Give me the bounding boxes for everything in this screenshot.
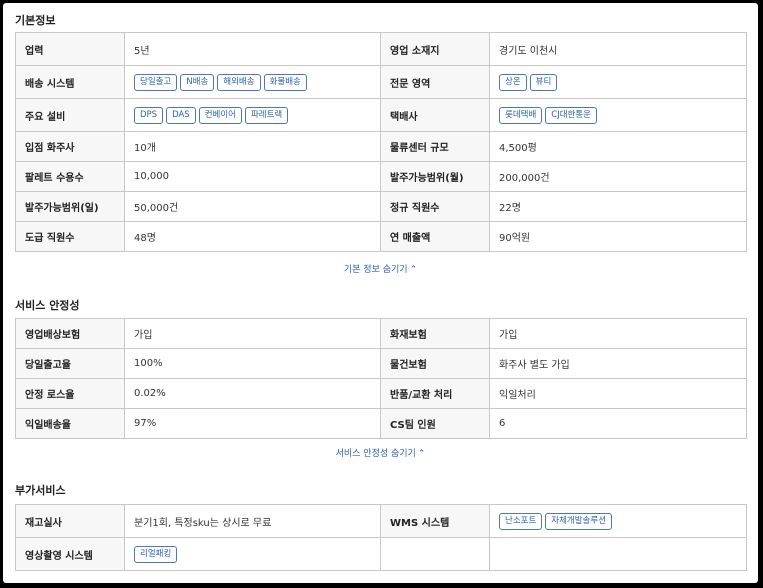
table-row: 팔레트 수용수 10,000 발주가능범위(월) 200,000건 bbox=[15, 161, 747, 192]
hide-basic-info-label: 기본 정보 숨기기 bbox=[343, 265, 408, 275]
value-years: 5년 bbox=[124, 32, 381, 66]
tag-delivery: N배송 bbox=[180, 73, 215, 91]
value-courier: 롯데택배 CJ대한통운 bbox=[489, 98, 747, 132]
table-row: 재고실사 분기1회, 특정sku는 상시로 무료 WMS 시스템 난소포트 자체개… bbox=[15, 504, 747, 538]
basic-info-table: 업력 5년 영업 소재지 경기도 이천시 배송 시스템 당일출고 N배송 해외배송 화… bbox=[15, 32, 747, 252]
table-row: 영업배상보험 가입 화재보험 가입 bbox=[15, 318, 747, 349]
value-equipment: DPS DAS 컨베이어 파레트랙 bbox=[124, 98, 381, 132]
hide-stability-button[interactable]: 서비스 안정성 숨기기 ⌃ bbox=[3, 446, 758, 459]
label-shippers: 입점 화주사 bbox=[15, 131, 125, 162]
value-goods-insurance: 화주사 별도 가입 bbox=[489, 348, 747, 379]
stability-table: 영업배상보험 가입 화재보험 가입 당일출고율 100% 물건보험 화주사 별도… bbox=[15, 318, 747, 439]
basic-info-title: 기본정보 bbox=[15, 14, 56, 27]
table-row: 발주가능범위(일) 50,000건 정규 직원수 22명 bbox=[15, 191, 747, 222]
tag-specialty: 상온 bbox=[499, 73, 527, 91]
table-row: 배송 시스템 당일출고 N배송 해외배송 화물배송 전문 영역 상온 뷰티 bbox=[15, 65, 747, 99]
value-same-day-rate: 100% bbox=[124, 348, 381, 379]
label-annual-revenue: 연 매출액 bbox=[380, 221, 490, 252]
value-shippers: 10개 bbox=[124, 131, 381, 162]
value-regular-staff: 22명 bbox=[489, 191, 747, 222]
table-row: 입점 화주사 10개 물류센터 규모 4,500평 bbox=[15, 131, 747, 162]
value-order-range-month: 200,000건 bbox=[489, 161, 747, 192]
label-location: 영업 소재지 bbox=[380, 32, 490, 66]
tag-equipment: DAS bbox=[166, 106, 196, 124]
value-specialty: 상온 뷰티 bbox=[489, 65, 747, 99]
extra-services-title: 부가서비스 bbox=[15, 484, 66, 497]
value-fire-insurance: 가입 bbox=[489, 318, 747, 349]
label-courier: 택배사 bbox=[380, 98, 490, 132]
label-fire-insurance: 화재보험 bbox=[380, 318, 490, 349]
label-order-range-month: 발주가능범위(월) bbox=[380, 161, 490, 192]
hide-basic-info-button[interactable]: 기본 정보 숨기기 ⌃ bbox=[3, 262, 758, 275]
table-row: 업력 5년 영업 소재지 경기도 이천시 bbox=[15, 32, 747, 66]
table-row: 익일배송율 97% CS팀 인원 6 bbox=[15, 408, 747, 439]
stability-title: 서비스 안정성 bbox=[15, 299, 80, 312]
value-video-system: 리얼패킹 bbox=[124, 537, 381, 571]
label-cs-team: CS팀 인원 bbox=[380, 408, 490, 439]
tag-wms: 자체개발솔루션 bbox=[545, 512, 613, 530]
label-delivery-system: 배송 시스템 bbox=[15, 65, 125, 99]
table-row: 주요 설비 DPS DAS 컨베이어 파레트랙 택배사 롯데택배 CJ대한통운 bbox=[15, 98, 747, 132]
label-liability-insurance: 영업배상보험 bbox=[15, 318, 125, 349]
tag-courier: CJ대한통운 bbox=[545, 106, 598, 124]
value-cs-team: 6 bbox=[489, 408, 747, 439]
table-row: 도급 직원수 48명 연 매출액 90억원 bbox=[15, 221, 747, 252]
hide-stability-label: 서비스 안정성 숨기기 bbox=[335, 449, 416, 459]
value-returns: 익일처리 bbox=[489, 378, 747, 409]
label-video-system: 영상촬영 시스템 bbox=[15, 537, 125, 571]
label-order-range-day: 발주가능범위(일) bbox=[15, 191, 125, 222]
value-center-size: 4,500평 bbox=[489, 131, 747, 162]
table-row: 당일출고율 100% 물건보험 화주사 별도 가입 bbox=[15, 348, 747, 379]
table-row: 영상촬영 시스템 리얼패킹 bbox=[15, 537, 747, 571]
tag-courier: 롯데택배 bbox=[499, 106, 543, 124]
label-inventory-audit: 재고실사 bbox=[15, 504, 125, 538]
value-inventory-audit: 분기1회, 특정sku는 상시로 무료 bbox=[124, 504, 381, 538]
extra-services-table: 재고실사 분기1회, 특정sku는 상시로 무료 WMS 시스템 난소포트 자체개… bbox=[15, 504, 747, 571]
value-liability-insurance: 가입 bbox=[124, 318, 381, 349]
value-pallet-capacity: 10,000 bbox=[124, 161, 381, 192]
value-order-range-day: 50,000건 bbox=[124, 191, 381, 222]
value-wms: 난소포트 자체개발솔루션 bbox=[489, 504, 747, 538]
label-pallet-capacity: 팔레트 수용수 bbox=[15, 161, 125, 192]
label-same-day-rate: 당일출고율 bbox=[15, 348, 125, 379]
label-years: 업력 bbox=[15, 32, 125, 66]
tag-delivery: 당일출고 bbox=[134, 73, 178, 91]
value-next-day-rate: 97% bbox=[124, 408, 381, 439]
value-location: 경기도 이천시 bbox=[489, 32, 747, 66]
tag-equipment: DPS bbox=[134, 106, 164, 124]
label-contract-staff: 도급 직원수 bbox=[15, 221, 125, 252]
label-returns: 반품/교환 처리 bbox=[380, 378, 490, 409]
value-delivery-system: 당일출고 N배송 해외배송 화물배송 bbox=[124, 65, 381, 99]
empty-cell bbox=[489, 537, 747, 571]
value-contract-staff: 48명 bbox=[124, 221, 381, 252]
table-row: 안정 로스율 0.02% 반품/교환 처리 익일처리 bbox=[15, 378, 747, 409]
tag-equipment: 컨베이어 bbox=[198, 106, 242, 124]
chevron-up-icon: ⌃ bbox=[417, 449, 426, 459]
tag-delivery: 화물배송 bbox=[263, 73, 307, 91]
value-annual-revenue: 90억원 bbox=[489, 221, 747, 252]
tag-wms: 난소포트 bbox=[499, 512, 543, 530]
tag-equipment: 파레트랙 bbox=[244, 106, 289, 124]
label-center-size: 물류센터 규모 bbox=[380, 131, 490, 162]
tag-delivery: 해외배송 bbox=[217, 73, 261, 91]
label-equipment: 주요 설비 bbox=[15, 98, 125, 132]
label-next-day-rate: 익일배송율 bbox=[15, 408, 125, 439]
chevron-up-icon: ⌃ bbox=[409, 265, 418, 275]
label-specialty: 전문 영역 bbox=[380, 65, 490, 99]
label-regular-staff: 정규 직원수 bbox=[380, 191, 490, 222]
label-goods-insurance: 물건보험 bbox=[380, 348, 490, 379]
value-loss-rate: 0.02% bbox=[124, 378, 381, 409]
tag-specialty: 뷰티 bbox=[529, 73, 558, 91]
empty-cell bbox=[380, 537, 490, 571]
label-wms: WMS 시스템 bbox=[380, 504, 490, 538]
label-loss-rate: 안정 로스율 bbox=[15, 378, 125, 409]
company-detail-panel: 기본정보 업력 5년 영업 소재지 경기도 이천시 배송 시스템 당일출고 N배송… bbox=[3, 3, 758, 583]
tag-video: 리얼패킹 bbox=[134, 545, 178, 563]
